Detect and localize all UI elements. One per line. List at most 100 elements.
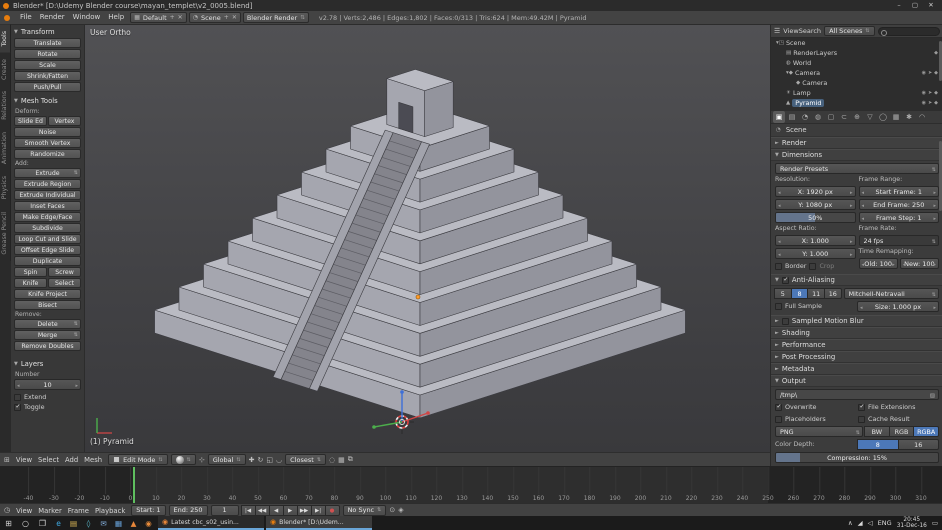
- transport-button[interactable]: ▶|: [310, 504, 326, 516]
- current-frame-field[interactable]: 1: [210, 504, 239, 516]
- viewport-menu-item[interactable]: Add: [62, 456, 81, 464]
- post-processing-panel-header[interactable]: ► Post Processing: [771, 351, 942, 363]
- tool-button[interactable]: Rotate: [14, 49, 81, 59]
- aa-samples-button[interactable]: 16: [823, 288, 842, 299]
- close-button[interactable]: ✕: [923, 0, 939, 11]
- menu-item[interactable]: Help: [104, 13, 128, 21]
- tool-button[interactable]: Slide Ed: [14, 116, 47, 126]
- color-depth-button[interactable]: 16: [897, 439, 939, 450]
- layout-add-button[interactable]: +: [170, 14, 175, 21]
- toolshelf-tab[interactable]: Tools: [0, 25, 11, 53]
- aa-samples-button[interactable]: 8: [790, 288, 809, 299]
- tool-button[interactable]: Select: [48, 278, 81, 288]
- resolution-x-field[interactable]: X: 1920 px: [775, 186, 856, 197]
- start-frame-field[interactable]: Start: 1: [131, 504, 166, 516]
- outliner-row[interactable]: ▤ RenderLayers ◆: [771, 48, 942, 58]
- tool-button[interactable]: Push/Pull: [14, 82, 81, 92]
- properties-tab[interactable]: ▽: [864, 111, 876, 123]
- outliner-editor-icon[interactable]: ☰: [774, 27, 780, 35]
- scene-selector[interactable]: ◔ Scene + ✕: [188, 12, 241, 23]
- minimize-button[interactable]: –: [891, 0, 907, 11]
- toolshelf-tab[interactable]: Relations: [0, 85, 11, 127]
- outliner-row[interactable]: ▾◳ Scene: [771, 38, 942, 48]
- search-icon[interactable]: ○: [17, 516, 34, 530]
- current-frame-indicator[interactable]: [133, 467, 135, 503]
- motion-blur-checkbox[interactable]: [781, 317, 789, 325]
- extend-checkbox-row[interactable]: Extend: [14, 392, 81, 402]
- overwrite-checkbox[interactable]: [775, 403, 782, 411]
- pivot-center-icon[interactable]: ⊹: [199, 456, 205, 464]
- transport-button[interactable]: |◀: [240, 504, 256, 516]
- outliner-row[interactable]: ▾◆ Camera ◉➤◆: [771, 68, 942, 78]
- tool-button[interactable]: Noise: [14, 127, 81, 137]
- viewport-3d[interactable]: User Ortho (1) Pyramid: [85, 25, 770, 452]
- end-frame-field[interactable]: End Frame: 250: [858, 199, 939, 210]
- color-channels-button[interactable]: RGBA: [913, 426, 940, 437]
- tool-button[interactable]: Offset Edge Slide: [14, 245, 81, 255]
- metadata-panel-header[interactable]: ► Metadata: [771, 363, 942, 375]
- start-frame-field[interactable]: Start Frame: 1: [858, 186, 939, 197]
- visibility-toggle-icons[interactable]: ◉➤◆: [922, 90, 940, 96]
- menu-item[interactable]: Render: [36, 13, 69, 21]
- viewport-menu-item[interactable]: Mesh: [81, 456, 105, 464]
- properties-tab[interactable]: ▣: [773, 111, 785, 123]
- start-button[interactable]: ⊞: [0, 516, 17, 530]
- aa-filter-dropdown[interactable]: Mitchell-Netravali: [843, 288, 939, 299]
- clock[interactable]: 20:45 31-Dec-16: [897, 517, 927, 530]
- tool-button[interactable]: Knife Project: [14, 289, 81, 299]
- extend-checkbox[interactable]: [14, 393, 21, 401]
- taskbar-app-icon[interactable]: ▲: [126, 516, 141, 530]
- outliner-menu-item[interactable]: Search: [799, 27, 821, 35]
- outliner-row[interactable]: ◍ World: [771, 58, 942, 68]
- file-extensions-checkbox[interactable]: [858, 403, 865, 411]
- keying-set-icon[interactable]: ⊙: [389, 506, 395, 514]
- transport-button[interactable]: ▶▶: [296, 504, 312, 516]
- properties-tab[interactable]: ◯: [877, 111, 889, 123]
- render-presets-dropdown[interactable]: Render Presets: [775, 163, 939, 174]
- tool-button[interactable]: Randomize: [14, 149, 81, 159]
- menu-item[interactable]: Window: [69, 13, 105, 21]
- tool-button[interactable]: Duplicate: [14, 256, 81, 266]
- scene-add-button[interactable]: +: [224, 14, 229, 21]
- taskbar-app-icon[interactable]: ◊: [81, 516, 96, 530]
- transform-orientation-selector[interactable]: Global ⇅: [207, 454, 246, 465]
- toolshelf-tab[interactable]: Physics: [0, 170, 11, 206]
- toggle-checkbox-row[interactable]: Toggle: [14, 402, 81, 412]
- toggle-checkbox[interactable]: [14, 403, 21, 411]
- taskbar-app-icon[interactable]: ▤: [66, 516, 81, 530]
- speaker-icon[interactable]: ◁: [868, 519, 873, 527]
- taskbar-app-icon[interactable]: e: [51, 516, 66, 530]
- tool-button[interactable]: Knife: [14, 278, 47, 288]
- network-icon[interactable]: ◢: [858, 519, 863, 527]
- screen-layout-selector[interactable]: ▦ Default + ✕: [130, 12, 187, 23]
- viewport-menu-item[interactable]: View: [13, 456, 35, 464]
- performance-panel-header[interactable]: ► Performance: [771, 339, 942, 351]
- timeline-ruler[interactable]: -40 -30 -20 -10 0 10 20 30 40 50 60 70 80 90 100 110 120…: [0, 466, 942, 503]
- transport-button[interactable]: ◀◀: [254, 504, 270, 516]
- timeline-menu-item[interactable]: View: [13, 507, 35, 515]
- blender-menu-icon[interactable]: [4, 14, 10, 21]
- visibility-toggle-icons[interactable]: ◉➤◆: [922, 70, 940, 76]
- frame-step-field[interactable]: Frame Step: 1: [858, 212, 939, 223]
- mode-selector[interactable]: Edit Mode ⇅: [108, 454, 168, 465]
- taskbar-app-icon[interactable]: ◉: [141, 516, 156, 530]
- motion-blur-panel-header[interactable]: ► Sampled Motion Blur: [771, 315, 942, 327]
- tool-button[interactable]: Screw: [48, 267, 81, 277]
- cache-result-checkbox[interactable]: [858, 415, 865, 423]
- mesh-tools-panel-header[interactable]: ▼ Mesh Tools: [14, 96, 81, 107]
- taskbar-app-icon[interactable]: ▦: [111, 516, 126, 530]
- maximize-button[interactable]: ▢: [907, 0, 923, 11]
- layer-number-field[interactable]: 10: [14, 379, 81, 390]
- properties-tab[interactable]: ⊕: [851, 111, 863, 123]
- end-frame-field[interactable]: End: 250: [168, 504, 208, 516]
- snap-target-selector[interactable]: Closest ⇅: [285, 454, 327, 465]
- aa-enable-checkbox[interactable]: [781, 276, 789, 284]
- manipulator-rotate-icon[interactable]: ↻: [258, 456, 264, 464]
- transport-button[interactable]: ◀: [268, 504, 284, 516]
- tool-button[interactable]: Bisect: [14, 300, 81, 310]
- output-panel-header[interactable]: ▼ Output: [771, 375, 942, 387]
- keyframe-insert-icon[interactable]: ◈: [398, 506, 403, 514]
- timeline-menu-item[interactable]: Playback: [92, 507, 128, 515]
- properties-tab[interactable]: ▢: [825, 111, 837, 123]
- transform-panel-header[interactable]: ▼ Transform: [14, 27, 81, 38]
